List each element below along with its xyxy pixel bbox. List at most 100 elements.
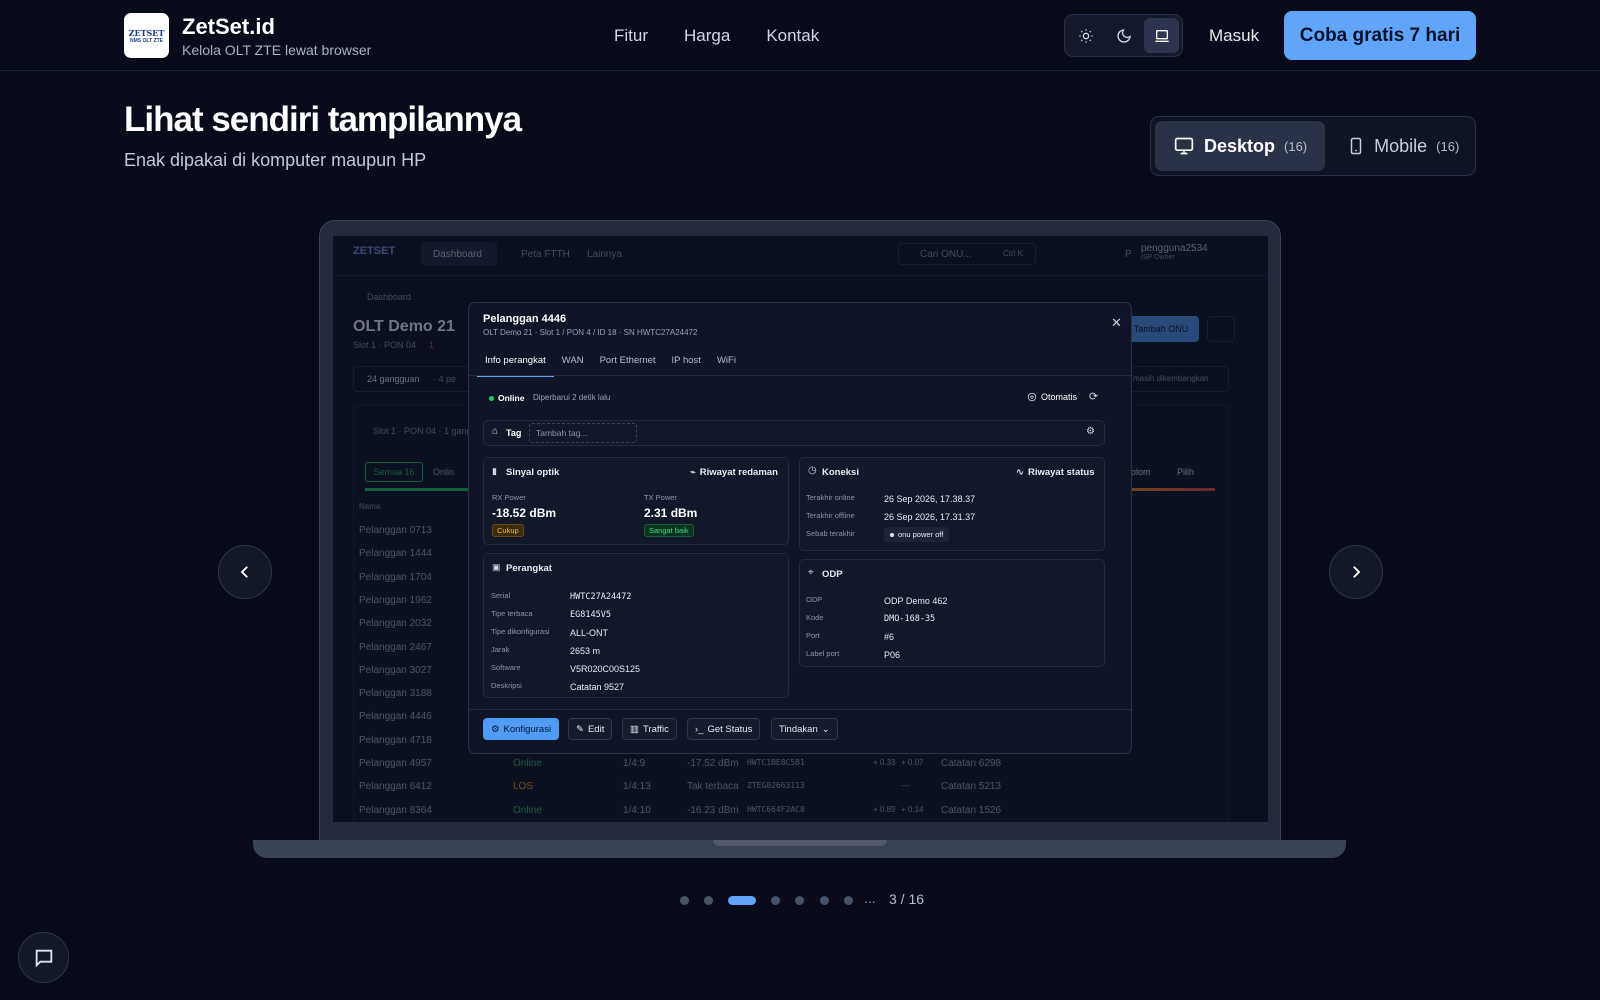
chat-icon xyxy=(35,949,52,968)
device-desktop-label: Desktop xyxy=(1204,135,1276,156)
table-row-name[interactable]: Pelanggan 3188 xyxy=(359,688,432,699)
table-cell-note: Catatan 1526 xyxy=(941,804,1002,816)
app-nav-peta[interactable]: Peta FTTH xyxy=(521,249,570,260)
app-nav-lainnya[interactable]: Lainnya xyxy=(587,249,622,260)
trial-cta-button[interactable]: Coba gratis 7 hari xyxy=(1284,11,1476,60)
pager-dot-6[interactable] xyxy=(820,896,829,905)
table-row-name[interactable]: Pelanggan 2032 xyxy=(359,618,432,629)
app-filter-all[interactable]: Semua 16 xyxy=(365,462,423,482)
close-icon[interactable]: ✕ xyxy=(1111,315,1122,331)
table-row-name[interactable]: Pelanggan 1444 xyxy=(359,548,432,559)
koneksi-history-label: Riwayat status xyxy=(1027,467,1095,478)
perangkat-value: EG8145V5 xyxy=(570,610,611,620)
tab-wan[interactable]: WAN xyxy=(554,349,592,377)
table-row-name[interactable]: Pelanggan 2467 xyxy=(359,642,432,653)
login-link[interactable]: Masuk xyxy=(1209,26,1259,46)
tag-input-placeholder: Tambah tag... xyxy=(536,428,588,438)
sliders-icon[interactable]: ⚙ xyxy=(1086,426,1095,437)
rx-value: -18.52 dBm xyxy=(492,506,557,520)
app-alert-subtext: · 4 pe xyxy=(433,374,457,384)
tab-ip-host[interactable]: IP host xyxy=(664,349,709,377)
card-sinyal-optik: ▮ Sinyal optik ⌁ Riwayat redaman RX Powe… xyxy=(483,457,789,545)
nav-link-fitur[interactable]: Fitur xyxy=(614,26,648,46)
phone-icon xyxy=(1350,137,1362,155)
table-row-name[interactable]: Pelanggan 1962 xyxy=(359,595,432,606)
logo-text: ZETSET xyxy=(128,27,165,38)
next-slide-button[interactable] xyxy=(1329,545,1383,599)
pager-dot-4[interactable] xyxy=(771,896,780,905)
refresh-icon[interactable]: ⟳ xyxy=(1089,390,1098,403)
table-row-name[interactable]: Pelanggan 8364 xyxy=(359,805,432,816)
app-more-button[interactable] xyxy=(1207,316,1235,342)
table-cell-status: Online xyxy=(513,758,542,769)
last-cause-badge: onu power off xyxy=(884,527,950,542)
konfigurasi-button[interactable]: ⚙ Konfigurasi xyxy=(483,718,560,740)
app-col-name[interactable]: Nama xyxy=(359,502,380,511)
tab-wifi[interactable]: WiFi xyxy=(709,349,744,377)
koneksi-history-link[interactable]: ∿ Riwayat status xyxy=(1016,467,1095,478)
app-pilih-button[interactable]: Pilih xyxy=(1177,467,1194,477)
tx-value: 2.31 dBm xyxy=(644,506,698,520)
app-breadcrumb[interactable]: Dashboard xyxy=(367,292,411,302)
table-row-name[interactable]: Pelanggan 4957 xyxy=(359,758,432,769)
last-online-value: 26 Sep 2026, 17.38.37 xyxy=(884,494,976,504)
chat-widget-button[interactable] xyxy=(18,932,69,983)
app-avatar[interactable]: P xyxy=(1125,249,1132,260)
get-status-label: Get Status xyxy=(707,723,753,735)
app-top-bar: ZETSET Dashboard Peta FTTH Lainnya Cari … xyxy=(333,236,1268,276)
chevron-right-icon xyxy=(1353,566,1361,578)
tab-info-perangkat[interactable]: Info perangkat xyxy=(477,349,554,377)
table-row-name[interactable]: Pelanggan 3027 xyxy=(359,665,432,676)
odp-label: Label port xyxy=(806,649,840,658)
pager-dot-5[interactable] xyxy=(795,896,804,905)
pager-dot-2[interactable] xyxy=(704,896,713,905)
theme-light-button[interactable] xyxy=(1068,18,1103,53)
table-cell-d2: + 0.07 xyxy=(901,758,924,767)
app-alert-right: masih dikembangkan xyxy=(1133,374,1209,383)
app-slot-line: Slot 1 · PON 04 · 1 gang xyxy=(373,426,472,436)
main-nav: Fitur Harga Kontak xyxy=(614,26,819,46)
tindakan-dropdown[interactable]: Tindakan ⌄ xyxy=(771,718,838,740)
auto-refresh-toggle[interactable]: Otomatis xyxy=(1027,392,1077,402)
pager-dot-1[interactable] xyxy=(680,896,689,905)
app-add-onu-button[interactable]: Tambah ONU xyxy=(1123,316,1199,342)
theme-switcher xyxy=(1064,14,1183,57)
table-row-name[interactable]: Pelanggan 0713 xyxy=(359,525,432,536)
nav-link-harga[interactable]: Harga xyxy=(684,26,730,46)
app-filter-online[interactable]: Onlin xyxy=(433,467,454,477)
table-cell-rx: -17.52 dBm xyxy=(687,758,739,769)
tx-label: TX Power xyxy=(644,493,677,502)
pager-dot-7[interactable] xyxy=(844,896,853,905)
table-cell-status: Online xyxy=(513,804,542,816)
chart-icon: ⌁ xyxy=(690,467,696,478)
optik-history-link[interactable]: ⌁ Riwayat redaman xyxy=(690,467,778,478)
pager-ellipsis: ... xyxy=(864,890,876,906)
perangkat-label: Jarak xyxy=(491,645,510,654)
table-row-name[interactable]: Pelanggan 1704 xyxy=(359,572,432,583)
theme-system-button[interactable] xyxy=(1144,18,1179,53)
pager-dot-active[interactable] xyxy=(728,896,756,905)
status-dot-icon xyxy=(489,396,494,401)
tab-port-ethernet[interactable]: Port Ethernet xyxy=(592,349,664,377)
perangkat-title: Perangkat xyxy=(506,563,552,574)
odp-label: ODP xyxy=(806,595,823,604)
table-row-name[interactable]: Pelanggan 6412 xyxy=(359,781,432,792)
modal-tabs: Info perangkat WAN Port Ethernet IP host… xyxy=(477,349,744,377)
nav-link-kontak[interactable]: Kontak xyxy=(766,26,819,46)
edit-button[interactable]: ✎ Edit xyxy=(568,718,613,740)
brand-logo[interactable]: ZETSET NMS OLT ZTE xyxy=(124,13,169,58)
app-add-onu-label: Tambah ONU xyxy=(1133,324,1189,334)
app-filter-all-label: Semua 16 xyxy=(373,467,415,477)
table-row-name[interactable]: Pelanggan 4718 xyxy=(359,735,432,746)
monitor-icon xyxy=(1174,137,1194,155)
table-row-name[interactable]: Pelanggan 4446 xyxy=(359,711,432,722)
prev-slide-button[interactable] xyxy=(218,545,272,599)
theme-dark-button[interactable] xyxy=(1106,18,1141,53)
device-mobile-button[interactable]: Mobile (16) xyxy=(1329,121,1477,171)
get-status-button[interactable]: ›_ Get Status xyxy=(687,718,761,740)
brand-name[interactable]: ZetSet.id xyxy=(182,14,275,40)
device-desktop-button[interactable]: Desktop (16) xyxy=(1155,121,1326,171)
card-perangkat: ▣ Perangkat Serial HWTC27A24472 Tipe terba… xyxy=(483,553,789,698)
traffic-button[interactable]: ▥ Traffic xyxy=(622,718,677,740)
perangkat-value: ALL-ONT xyxy=(570,628,609,638)
